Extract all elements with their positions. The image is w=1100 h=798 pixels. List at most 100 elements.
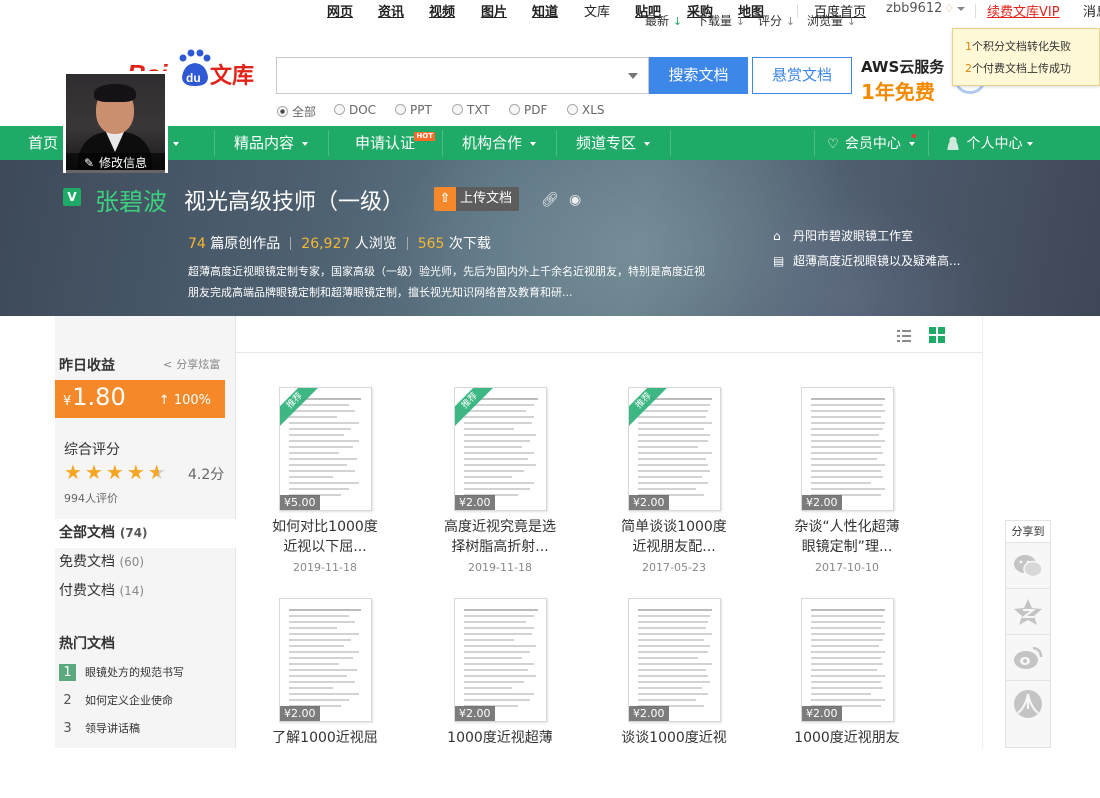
radio-icon (509, 104, 520, 115)
qzone-icon[interactable] (1006, 589, 1050, 635)
category-paid[interactable]: 付费文档 (14) (55, 577, 235, 606)
document-thumbnail[interactable]: ¥2.00 (801, 387, 894, 511)
arrow-down-icon: ↓ (672, 15, 683, 28)
username-menu[interactable]: zbb9612 ♢ (886, 1, 966, 16)
document-card[interactable]: ¥2.00 1000度近视超薄 (410, 598, 590, 798)
weibo-icon[interactable] (1006, 635, 1050, 681)
nav-label: 频道专区 (575, 134, 636, 152)
document-title[interactable]: 1000度近视超薄 (410, 728, 590, 748)
sort-downloads[interactable]: 下载量 ↓ (696, 12, 745, 29)
share-fancy-link[interactable]: < 分享炫富 (163, 356, 220, 372)
thumbnail-text-line (811, 434, 879, 436)
upload-doc-button[interactable]: ⇧ 上传文档 (434, 187, 519, 211)
filter-ppt-radio[interactable]: PPT (395, 103, 432, 117)
earnings-amount: 1.80 (72, 383, 126, 411)
category-all[interactable]: 全部文档 (74) (55, 519, 236, 548)
sort-rating[interactable]: 评分 ↓ (758, 12, 795, 29)
thumbnail-text-line (811, 687, 883, 689)
star-icon: ★ (64, 460, 85, 484)
document-title[interactable]: 了解1000近视屈 (235, 728, 415, 748)
document-thumbnail[interactable]: 推荐 ¥5.00 (279, 387, 372, 511)
nav-certify[interactable]: 申请认证 HOT (328, 126, 442, 160)
chevron-down-icon (644, 141, 650, 146)
user-name[interactable]: 张碧波 (95, 182, 167, 217)
edit-info-button[interactable]: ✎ 修改信息 (66, 153, 165, 173)
vip-renew-link[interactable]: 续费文库VIP (987, 1, 1060, 20)
search-input[interactable] (276, 57, 649, 94)
nav-cooperation[interactable]: 机构合作 (442, 126, 556, 160)
recommend-badge: 推荐 (629, 388, 670, 427)
thumbnail-text-line (638, 452, 712, 454)
top-link-image[interactable]: 图片 (481, 1, 507, 20)
document-thumbnail[interactable]: ¥2.00 (801, 598, 894, 722)
red-dot (912, 134, 916, 138)
thumbnail-text-line (289, 639, 351, 641)
document-card[interactable]: ¥2.00 谈谈1000度近视 (584, 598, 764, 798)
document-card[interactable]: 推荐 ¥5.00 如何对比1000度 近视以下屈... 2019-11-18 (235, 387, 415, 587)
top-link-news[interactable]: 资讯 (378, 1, 404, 20)
document-thumbnail[interactable]: ¥2.00 (454, 598, 547, 722)
notification-line[interactable]: 1个积分文档转化失败 (965, 36, 1099, 58)
hot-doc-item[interactable]: 1 眼镜处方的规范书写 (59, 664, 184, 681)
link-icon[interactable]: 🔗︎ (541, 192, 559, 208)
top-link-zhidao[interactable]: 知道 (532, 1, 558, 20)
hot-doc-item[interactable]: 3 领导讲话稿 (59, 720, 140, 737)
filter-xls-radio[interactable]: XLS (567, 103, 605, 117)
nav-channel[interactable]: 频道专区 (556, 126, 670, 160)
filter-pdf-radio[interactable]: PDF (509, 103, 547, 117)
document-title[interactable]: 谈谈1000度近视 (584, 728, 764, 748)
divider (982, 316, 983, 748)
document-thumbnail[interactable]: ¥2.00 (279, 598, 372, 722)
document-title[interactable]: 高度近视究竟是选 择树脂高折射... (410, 517, 590, 557)
document-title-line: 1000度近视朋友 (794, 730, 900, 746)
dropdown-arrow-icon[interactable] (628, 73, 638, 79)
top-link-wenku[interactable]: 文库 (584, 1, 610, 20)
thumbnail-text-line (811, 645, 879, 647)
document-card[interactable]: ¥2.00 杂谈“人性化超薄 眼镜定制”理... 2017-10-10 (757, 387, 937, 587)
document-card[interactable]: ¥2.00 1000度近视朋友 (757, 598, 937, 798)
document-card[interactable]: ¥2.00 了解1000近视屈 (235, 598, 415, 798)
nav-premium[interactable]: 精品内容 (214, 126, 328, 160)
top-link-web[interactable]: 网页 (327, 1, 353, 20)
thumbnail-text-line (289, 410, 355, 412)
document-thumbnail[interactable]: ¥2.00 (628, 598, 721, 722)
thumbnail-text-line (811, 410, 885, 412)
sort-latest[interactable]: 最新 ↓ (645, 12, 682, 29)
document-thumbnail[interactable]: 推荐 ¥2.00 (628, 387, 721, 511)
thumbnail-text-line (811, 663, 883, 665)
org-link[interactable]: ⌂ 丹阳市碧波眼镜工作室 (773, 227, 913, 244)
specialty-link[interactable]: ▤ 超薄高度近视眼镜以及疑难高... (773, 252, 960, 269)
weibo-icon[interactable]: ◉ (569, 192, 581, 208)
document-card[interactable]: 推荐 ¥2.00 高度近视究竟是选 择树脂高折射... 2019-11-18 (410, 387, 590, 587)
document-thumbnail[interactable]: 推荐 ¥2.00 (454, 387, 547, 511)
document-card[interactable]: 推荐 ¥2.00 简单谈谈1000度 近视朋友配... 2017-05-23 (584, 387, 764, 587)
notification-line[interactable]: 2个付费文档上传成功 (965, 58, 1099, 80)
document-title[interactable]: 1000度近视朋友 (757, 728, 937, 748)
thumbnail-text-line (289, 645, 344, 647)
filter-doc-radio[interactable]: DOC (334, 103, 376, 117)
message-link[interactable]: 消息 (1083, 1, 1100, 20)
hot-doc-item[interactable]: 2 如何定义企业使命 (59, 692, 173, 709)
document-title[interactable]: 简单谈谈1000度 近视朋友配... (584, 517, 764, 557)
category-free[interactable]: 免费文档 (60) (55, 548, 235, 577)
grid-view-icon[interactable] (929, 327, 945, 343)
top-link-video[interactable]: 视频 (429, 1, 455, 20)
nav-personal-center[interactable]: 个人中心 (928, 126, 1050, 160)
thumbnail-text-line (811, 693, 871, 695)
search-button[interactable]: 搜索文档 (649, 57, 748, 94)
wechat-icon[interactable] (1006, 543, 1050, 589)
document-title[interactable]: 如何对比1000度 近视以下屈... (235, 517, 415, 557)
avatar[interactable]: ✎ 修改信息 (63, 71, 168, 173)
thumbnail-text-line (289, 482, 359, 484)
renren-icon[interactable] (1006, 681, 1050, 727)
ad-line2: 1年免费 (861, 80, 935, 104)
thumbnail-text-line (289, 416, 337, 418)
sort-views[interactable]: 浏览量 ↓ (807, 12, 856, 29)
thumbnail-text-line (638, 693, 708, 695)
list-view-icon[interactable] (897, 328, 911, 342)
reward-doc-button[interactable]: 悬赏文档 (752, 57, 852, 94)
filter-all-radio[interactable]: 全部 (277, 103, 316, 120)
nav-member-center[interactable]: ♡ 会员中心 (814, 126, 928, 160)
document-title[interactable]: 杂谈“人性化超薄 眼镜定制”理... (757, 517, 937, 557)
filter-txt-radio[interactable]: TXT (452, 103, 490, 117)
